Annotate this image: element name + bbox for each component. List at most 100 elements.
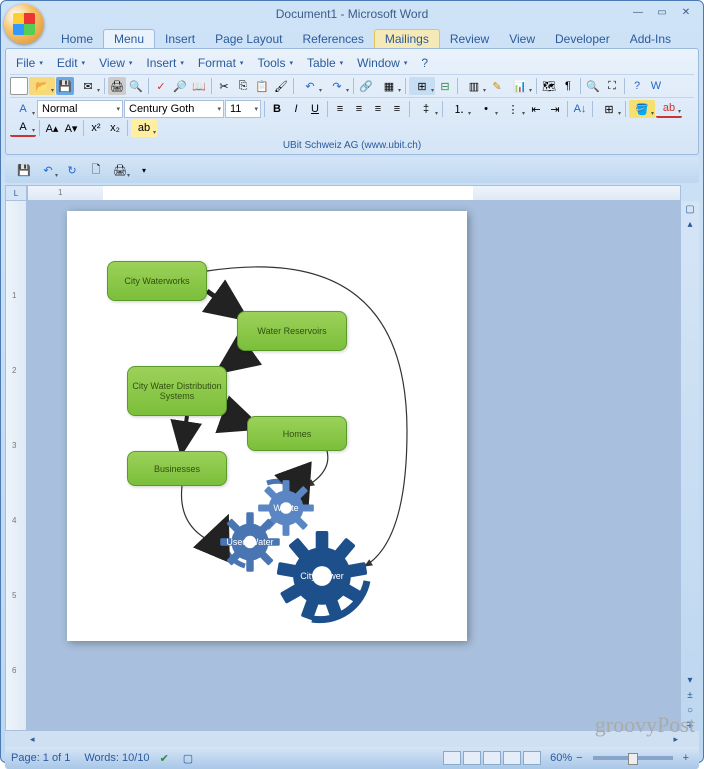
tab-view[interactable]: View	[499, 30, 545, 48]
maximize-button[interactable]: ▭	[651, 5, 673, 19]
tab-mailings[interactable]: Mailings	[374, 29, 440, 48]
sort-icon[interactable]: A↓	[571, 100, 589, 118]
bullet-list-icon[interactable]: •	[473, 100, 499, 118]
drawing-icon[interactable]: ✎	[488, 77, 506, 95]
thesaurus-icon[interactable]: 📖	[190, 77, 208, 95]
flowbox-homes[interactable]: Homes	[247, 416, 347, 451]
columns-icon[interactable]: ▥	[461, 77, 487, 95]
style-combo[interactable]: Normal	[37, 100, 123, 118]
copy-icon[interactable]: ⎘	[234, 77, 252, 95]
horizontal-scrollbar[interactable]: ◂ ▸	[27, 731, 681, 747]
menu-table[interactable]: Table	[301, 54, 349, 72]
scroll-up-icon[interactable]: ▴	[687, 219, 692, 230]
tab-page-layout[interactable]: Page Layout	[205, 30, 292, 48]
spellcheck-icon[interactable]: ✓	[152, 77, 170, 95]
font-color-icon[interactable]: A	[10, 119, 36, 137]
flowbox-water-reservoirs[interactable]: Water Reservoirs	[237, 311, 347, 351]
word-help-icon[interactable]: W	[647, 77, 665, 95]
menu-edit[interactable]: Edit	[51, 54, 91, 72]
insert-rows-icon[interactable]: ⊞	[409, 77, 435, 95]
vertical-scrollbar[interactable]: ▢ ▴ ▾ ± ○ ∓	[681, 201, 699, 731]
scroll-left-icon[interactable]: ◂	[27, 734, 38, 745]
cut-icon[interactable]: ✂	[215, 77, 233, 95]
menu-insert[interactable]: Insert	[140, 54, 190, 72]
decrease-indent-icon[interactable]: ⇤	[527, 100, 545, 118]
horizontal-ruler[interactable]: 1 1 2 3 4 5	[27, 185, 681, 201]
flowbox-city-waterworks[interactable]: City Waterworks	[107, 261, 207, 301]
ruler-corner[interactable]: L	[5, 185, 27, 201]
save-icon[interactable]: 💾	[56, 77, 74, 95]
menu-file[interactable]: File	[10, 54, 49, 72]
zoom-icon[interactable]: 🔍	[584, 77, 602, 95]
qat-customize-icon[interactable]: ▾	[133, 160, 155, 180]
multilevel-list-icon[interactable]: ⋮	[500, 100, 526, 118]
show-marks-icon[interactable]: ¶	[559, 77, 577, 95]
menu-help[interactable]: ?	[415, 54, 438, 72]
shrink-font-icon[interactable]: A▾	[62, 119, 80, 137]
undo-icon[interactable]: ↶	[297, 77, 323, 95]
align-right-icon[interactable]: ≡	[369, 100, 387, 118]
help-icon[interactable]: ?	[628, 77, 646, 95]
status-words[interactable]: Words: 10/10	[84, 752, 149, 764]
print-icon[interactable]: 🖨	[108, 77, 126, 95]
align-left-icon[interactable]: ≡	[331, 100, 349, 118]
superscript-icon[interactable]: x²	[87, 119, 105, 137]
change-case-icon[interactable]: ab	[131, 119, 157, 137]
subscript-icon[interactable]: x₂	[106, 119, 124, 137]
print-preview-icon[interactable]: 🔍	[127, 77, 145, 95]
research-icon[interactable]: 🔎	[171, 77, 189, 95]
tab-addins[interactable]: Add-Ins	[620, 30, 681, 48]
scroll-down-icon[interactable]: ▾	[687, 675, 692, 686]
document-page[interactable]: City Waterworks Water Reservoirs City Wa…	[67, 211, 467, 641]
chart-icon[interactable]: 📊	[507, 77, 533, 95]
align-center-icon[interactable]: ≡	[350, 100, 368, 118]
status-page[interactable]: Page: 1 of 1	[11, 752, 70, 764]
qat-undo-icon[interactable]: ↶	[37, 160, 59, 180]
hyperlink-icon[interactable]: 🔗	[357, 77, 375, 95]
document-area[interactable]: City Waterworks Water Reservoirs City Wa…	[27, 201, 681, 731]
bold-icon[interactable]: B	[268, 100, 286, 118]
redo-icon[interactable]: ↷	[324, 77, 350, 95]
tab-insert[interactable]: Insert	[155, 30, 205, 48]
flowbox-businesses[interactable]: Businesses	[127, 451, 227, 486]
qat-redo-icon[interactable]: ↻	[61, 160, 83, 180]
minimize-button[interactable]: ―	[627, 5, 649, 19]
styles-icon[interactable]: A	[10, 100, 36, 118]
tab-menu[interactable]: Menu	[103, 29, 155, 48]
zoom-slider[interactable]	[593, 756, 673, 760]
qat-save-icon[interactable]: 💾	[13, 160, 35, 180]
numbered-list-icon[interactable]: ⒈	[446, 100, 472, 118]
menu-view[interactable]: View	[93, 54, 138, 72]
tab-home[interactable]: Home	[51, 30, 103, 48]
format-painter-icon[interactable]: 🖌	[272, 77, 290, 95]
italic-icon[interactable]: I	[287, 100, 305, 118]
table-icon[interactable]: ▦	[376, 77, 402, 95]
border-icon[interactable]: ⊞	[596, 100, 622, 118]
shading-icon[interactable]: 🪣	[629, 100, 655, 118]
tab-review[interactable]: Review	[440, 30, 499, 48]
tab-developer[interactable]: Developer	[545, 30, 620, 48]
excel-icon[interactable]: ⊟	[436, 77, 454, 95]
zoom-out-icon[interactable]: −	[572, 752, 586, 764]
fullscreen-icon[interactable]: ⛶	[603, 77, 621, 95]
vertical-ruler[interactable]: 1 2 3 4 5 6	[5, 201, 27, 731]
gear-used-water[interactable]: Used Water	[219, 511, 281, 573]
zoom-level[interactable]: 60%	[550, 752, 572, 764]
qat-new-icon[interactable]: 🗋	[85, 160, 107, 180]
qat-print-icon[interactable]: 🖨	[109, 160, 131, 180]
open-icon[interactable]: 📂	[29, 77, 55, 95]
office-button[interactable]	[4, 4, 44, 44]
menu-format[interactable]: Format	[192, 54, 250, 72]
zoom-in-icon[interactable]: +	[679, 752, 693, 764]
menu-tools[interactable]: Tools	[251, 54, 299, 72]
prev-page-icon[interactable]: ±	[687, 690, 693, 701]
line-spacing-icon[interactable]: ‡	[413, 100, 439, 118]
underline-icon[interactable]: U	[306, 100, 324, 118]
new-doc-icon[interactable]	[10, 77, 28, 95]
gear-city-sewer[interactable]: City Sewer	[277, 531, 367, 621]
justify-icon[interactable]: ≡	[388, 100, 406, 118]
font-size-combo[interactable]: 11	[225, 100, 261, 118]
close-button[interactable]: ✕	[675, 5, 697, 19]
highlight-icon[interactable]: ab	[656, 100, 682, 118]
tab-references[interactable]: References	[292, 30, 373, 48]
